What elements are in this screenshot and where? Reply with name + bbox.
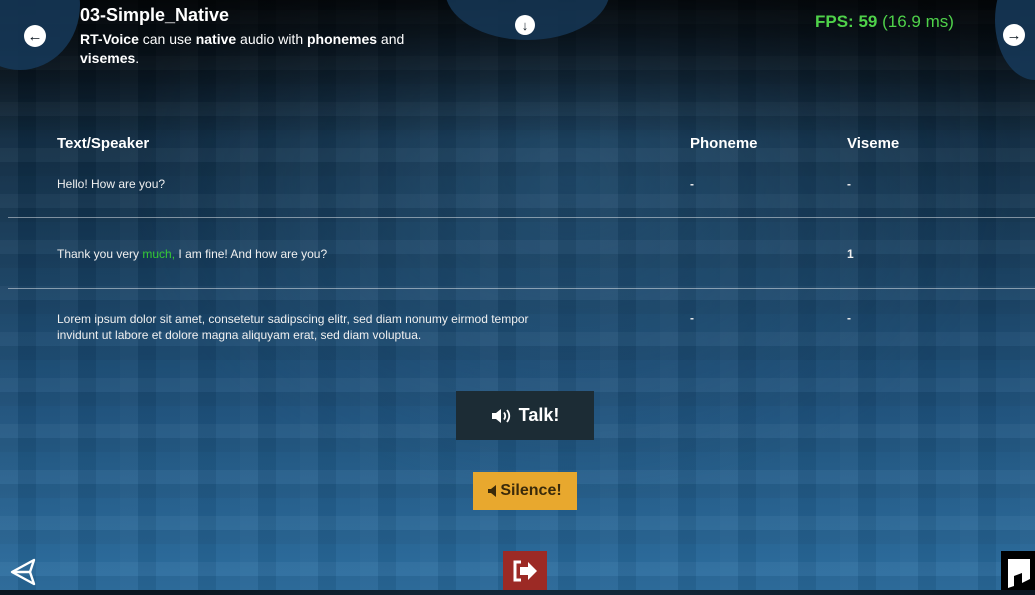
frame-time: (16.9 ms)	[882, 12, 954, 31]
speaker-loud-icon	[491, 408, 510, 423]
subtitle-part: audio with	[236, 31, 307, 47]
row-2-viseme: 1	[847, 247, 854, 261]
subtitle-part: native	[195, 31, 237, 47]
row-1-viseme: -	[847, 177, 851, 191]
row-2-text: Thank you very much, I am fine! And how …	[57, 247, 327, 261]
row-3-viseme: -	[847, 311, 851, 325]
scene-subtitle: RT-Voice can use native audio with phone…	[80, 30, 440, 68]
row-1-text: Hello! How are you?	[57, 177, 166, 191]
row-3-text-line: Lorem ipsum dolor sit amet, consetetur s…	[57, 312, 529, 326]
subtitle-part: visemes	[80, 50, 136, 66]
subtitle-part: RT-Voice	[80, 31, 139, 47]
row-2-text-highlight: much,	[142, 247, 176, 261]
row-3-text: Lorem ipsum dolor sit amet, consetetur s…	[57, 311, 529, 343]
row-3-phoneme: -	[690, 311, 694, 325]
silence-label: Silence!	[500, 482, 562, 499]
next-scene-button[interactable]: →	[1003, 24, 1025, 46]
asset-store-logo-icon[interactable]	[1001, 551, 1035, 590]
previous-scene-button[interactable]: ←	[24, 25, 46, 47]
row-divider	[8, 288, 1035, 289]
row-2-text-before: Thank you very	[57, 247, 143, 261]
arrow-right-circle-icon: →	[1006, 26, 1022, 44]
arrow-left-circle-icon: ←	[27, 27, 43, 45]
silence-button[interactable]: Silence!	[473, 472, 577, 510]
column-header-phoneme: Phoneme	[690, 135, 758, 152]
column-header-viseme: Viseme	[847, 135, 900, 152]
speaker-quiet-icon	[488, 485, 497, 497]
row-1-phoneme: -	[690, 177, 694, 191]
arrow-down-circle-icon: ↓	[521, 17, 529, 33]
fps-counter: FPS: 59 (16.9 ms)	[815, 12, 954, 32]
subtitle-part: .	[135, 50, 140, 66]
exit-button[interactable]	[503, 551, 547, 590]
talk-button[interactable]: Talk!	[456, 391, 594, 440]
row-2-text-after: I am fine! And how are you?	[175, 247, 328, 261]
asset-store-logo-mark	[1008, 559, 1030, 588]
subtitle-part: can use	[138, 31, 196, 47]
unity-logo-icon	[10, 558, 36, 586]
fps-value: FPS: 59	[815, 12, 878, 31]
column-header-text-speaker: Text/Speaker	[57, 135, 150, 152]
row-3-text-line: invidunt ut labore et dolore magna aliqu…	[57, 328, 422, 342]
exit-icon	[513, 560, 537, 581]
row-divider	[8, 217, 1035, 218]
subtitle-part: phonemes	[307, 31, 378, 47]
scene-title: 03-Simple_Native	[80, 5, 230, 25]
subtitle-part: and	[377, 31, 405, 47]
talk-label: Talk!	[518, 405, 560, 425]
toggle-panel-button[interactable]: ↓	[515, 15, 535, 35]
